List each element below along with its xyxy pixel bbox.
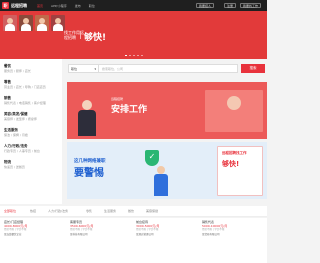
job-category-tabs: 全部职位 热招 人力/行政/法务 零售 生活服务 餐饮 美容保健 [0, 206, 267, 217]
search-type-label: 职位 [71, 66, 78, 71]
search-button[interactable]: 搜索 [241, 64, 265, 73]
tab-hot[interactable]: 热招 [30, 209, 36, 213]
category-item[interactable]: 销售 销售代表 / 电话销售 / 客户经理 [4, 96, 60, 105]
job-company: 某连锁餐饮企业 [4, 233, 22, 236]
tab-all[interactable]: 全部职位 [4, 209, 16, 213]
banner-photo [205, 90, 263, 132]
nav-link-publish[interactable]: 发布 [75, 4, 81, 8]
banner-card-big: 够快! [222, 160, 240, 168]
carousel-dot[interactable] [128, 55, 131, 56]
top-nav: 职 远程招聘 首页 APP/小程序 发布 职位 我要招人 注册 我要找工作 [0, 0, 267, 11]
job-card[interactable]: 客服专员 3500-6000元/月 经验不限 | 学历不限 某科技有限公司 [70, 220, 134, 244]
category-sub: 服务员 / 厨师 / 店长 [4, 69, 31, 73]
hero-photo [3, 15, 17, 31]
tab-retail[interactable]: 零售 [86, 209, 92, 213]
nav-link-app[interactable]: APP/小程序 [51, 4, 67, 8]
category-sub: 营业员 / 店长 / 导购 / 门店店员 [4, 85, 46, 89]
tab-hr[interactable]: 人力/行政/法务 [48, 209, 68, 213]
carousel-dot[interactable] [136, 55, 139, 56]
nav-link-home[interactable]: 首页 [37, 4, 43, 8]
job-meta: 经验不限 | 学历不限 [4, 228, 27, 231]
category-sub: 销售代表 / 电话销售 / 客户经理 [4, 101, 46, 105]
carousel-dots [0, 55, 267, 56]
chevron-down-icon: ▾ [94, 66, 96, 71]
category-sub: 美容师 / 发型师 / 按摩师 [4, 117, 37, 121]
promo-banner-arrange-work[interactable]: 远程招聘 安排工作 [67, 82, 267, 139]
category-item[interactable]: 物流 快递员 / 送餐员 [4, 160, 60, 169]
logo-text: 远程招聘 [11, 2, 27, 8]
job-meta: 经验不限 | 学历不限 [136, 228, 159, 231]
banner-title: 要警惕 [74, 168, 104, 179]
carousel-dot[interactable] [132, 55, 135, 56]
category-sub: 保洁 / 保姆 / 月嫂 [4, 133, 28, 137]
category-item[interactable]: 美容/美发/保健 美容师 / 发型师 / 按摩师 [4, 112, 60, 121]
hero-photo [35, 15, 49, 31]
promo-banner-warning[interactable]: 这几种网络兼职 要警惕 ✓ 远程招聘找工作 够快! [67, 142, 267, 199]
logo[interactable]: 职 远程招聘 [2, 2, 27, 9]
hero-banner[interactable]: 找工作用远程招聘 够快! [0, 11, 267, 59]
category-sub: 行政专员 / 人事专员 / 前台 [4, 149, 40, 153]
banner-logo-text: 远程招聘 [111, 97, 124, 101]
job-card[interactable]: 销售代表 5000-10000元/月 经验不限 | 学历不限 某贸易有限公司 [202, 220, 266, 244]
search-type-select[interactable]: 职位 ▾ [69, 64, 99, 73]
category-item[interactable]: 零售 营业员 / 店长 / 导购 / 门店店员 [4, 80, 60, 89]
job-company: 某贸易有限公司 [202, 233, 220, 236]
tab-life-service[interactable]: 生活服务 [104, 209, 116, 213]
register-button[interactable]: 注册 [224, 3, 237, 8]
category-sidebar: 餐饮 服务员 / 厨师 / 店长 零售 营业员 / 店长 / 导购 / 门店店员… [0, 59, 62, 204]
carousel-dot[interactable] [124, 55, 127, 56]
job-company: 某酒店管理公司 [136, 233, 154, 236]
category-sub: 快递员 / 送餐员 [4, 165, 25, 169]
job-list: 店长/门店经理 4000-8000元/月 经验不限 | 学历不限 某连锁餐饮企业… [0, 218, 267, 263]
hero-divider [80, 31, 81, 39]
job-meta: 经验不限 | 学历不限 [202, 228, 225, 231]
job-company: 某科技有限公司 [70, 233, 88, 236]
shield-check-icon: ✓ [145, 150, 159, 166]
hero-photo [51, 15, 65, 31]
job-card[interactable]: 前台接待 3000-5000元/月 经验不限 | 学历不限 某酒店管理公司 [136, 220, 200, 244]
search-input[interactable] [99, 64, 237, 73]
nav-link-jobs[interactable]: 职位 [89, 4, 95, 8]
job-card[interactable]: 店长/门店经理 4000-8000元/月 经验不限 | 学历不限 某连锁餐饮企业 [4, 220, 68, 244]
job-meta: 经验不限 | 学历不限 [70, 228, 93, 231]
hero-photos [3, 15, 65, 31]
post-job-button[interactable]: 我要招人 [196, 3, 215, 8]
person-illustration [151, 166, 171, 196]
nav-links: 首页 APP/小程序 发布 职位 [37, 0, 95, 11]
tab-beauty[interactable]: 美容保健 [146, 209, 158, 213]
category-item[interactable]: 人力/行政/法务 行政专员 / 人事专员 / 前台 [4, 144, 60, 153]
banner-card-small: 远程招聘找工作 [222, 151, 247, 155]
banner-card: 远程招聘找工作 够快! [217, 146, 263, 196]
banner-title: 安排工作 [111, 105, 148, 115]
search-box: 职位 ▾ [68, 64, 238, 73]
carousel-dot[interactable] [140, 55, 143, 56]
find-job-button[interactable]: 我要找工作 [240, 3, 262, 8]
tab-catering[interactable]: 餐饮 [128, 209, 134, 213]
person-illustration [75, 100, 99, 136]
hero-slogan-big: 够快! [84, 33, 107, 43]
category-item[interactable]: 生活服务 保洁 / 保姆 / 月嫂 [4, 128, 60, 137]
category-item[interactable]: 餐饮 服务员 / 厨师 / 店长 [4, 64, 60, 73]
hero-photo [19, 15, 33, 31]
hero-slogan-small: 找工作用远程招聘 [64, 30, 84, 40]
logo-mark: 职 [2, 2, 9, 9]
